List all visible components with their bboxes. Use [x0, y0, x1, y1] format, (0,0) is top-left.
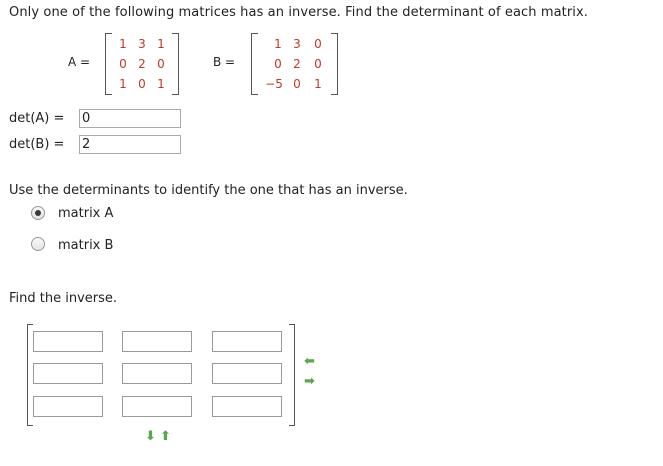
matrix-a: 1 3 1 0 2 0 1 0 1: [105, 33, 179, 95]
inverse-right-bracket: [289, 324, 295, 426]
arrow-down-icon[interactable]: ⬇: [145, 430, 156, 443]
matrix-a-row: 0 2 0: [105, 54, 179, 74]
arrow-left-icon[interactable]: ⬅: [304, 355, 315, 368]
inverse-cell-r1c1[interactable]: [33, 331, 103, 352]
matrix-a-cell: 2: [138, 57, 146, 71]
matrix-a-cell: 0: [138, 77, 146, 91]
matrix-a-cell: 1: [157, 77, 165, 91]
inverse-cell-r2c2[interactable]: [122, 363, 192, 384]
matrix-a-cell: 1: [157, 37, 165, 51]
option-matrix-b-label: matrix B: [58, 238, 114, 253]
matrix-a-cell: 0: [157, 57, 165, 71]
inverse-cell-r2c3[interactable]: [212, 363, 282, 384]
det-a-input[interactable]: 0: [79, 109, 181, 128]
matrix-a-row: 1 0 1: [105, 74, 179, 94]
matrix-b-row: −5 0 1: [251, 74, 338, 94]
matrix-b-cell: 0: [274, 57, 282, 71]
inverse-cell-r3c2[interactable]: [122, 396, 192, 417]
matrix-b-cell: 3: [293, 37, 301, 51]
matrix-b-cell: 2: [293, 57, 301, 71]
matrix-b-label: B =: [213, 55, 236, 69]
inverse-cell-r1c3[interactable]: [212, 331, 282, 352]
matrix-b-cell: 1: [274, 37, 282, 51]
det-b-label: det(B) =: [9, 137, 65, 152]
matrix-b-cell: 0: [293, 77, 301, 91]
question-text: Only one of the following matrices has a…: [9, 5, 589, 20]
matrix-a-cell: 0: [119, 57, 127, 71]
matrix-b-row: 0 2 0: [251, 54, 338, 74]
option-matrix-a-label: matrix A: [58, 206, 114, 221]
matrix-b: 1 3 0 0 2 0 −5 0 1: [251, 33, 338, 95]
det-a-label: det(A) =: [9, 111, 65, 126]
matrix-a-label: A =: [68, 55, 91, 69]
matrix-b-cell: 1: [314, 77, 322, 91]
matrix-b-cell: 0: [314, 37, 322, 51]
matrix-a-cell: 1: [119, 77, 127, 91]
arrow-right-icon[interactable]: ➡: [304, 375, 315, 388]
matrix-b-cell: −5: [265, 77, 283, 91]
instruction-text: Use the determinants to identify the one…: [9, 183, 408, 198]
det-b-input[interactable]: 2: [79, 135, 181, 154]
inverse-cell-r1c2[interactable]: [122, 331, 192, 352]
matrix-a-cell: 1: [119, 37, 127, 51]
inverse-prompt: Find the inverse.: [9, 291, 118, 306]
matrix-b-row: 1 3 0: [251, 34, 338, 54]
matrix-b-cell: 0: [314, 57, 322, 71]
radio-matrix-b[interactable]: [31, 237, 45, 251]
matrix-a-cell: 3: [138, 37, 146, 51]
inverse-cell-r3c3[interactable]: [212, 396, 282, 417]
matrix-a-row: 1 3 1: [105, 34, 179, 54]
radio-selected-dot: [35, 210, 41, 216]
radio-matrix-a[interactable]: [31, 206, 45, 220]
inverse-cell-r3c1[interactable]: [33, 396, 103, 417]
arrow-up-icon[interactable]: ⬆: [160, 430, 171, 443]
inverse-cell-r2c1[interactable]: [33, 363, 103, 384]
